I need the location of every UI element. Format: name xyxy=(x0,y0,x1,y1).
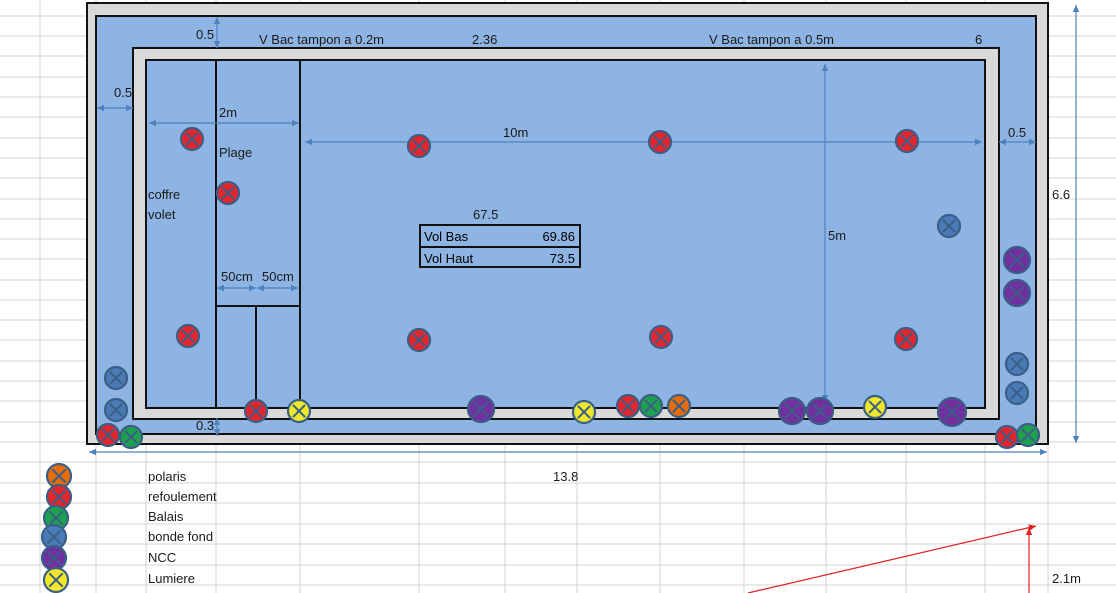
refoulement-marker-icon xyxy=(175,323,201,349)
lumiere-marker-icon xyxy=(571,399,597,425)
volume-row-haut: Vol Haut 73.5 xyxy=(421,246,579,266)
value-236-label: 2.36 xyxy=(472,32,498,47)
arrow-head xyxy=(1072,5,1080,12)
step-50cm-a-label: 50cm xyxy=(221,269,253,284)
refoulement-marker-icon xyxy=(179,126,205,152)
refoulement-marker-icon xyxy=(406,327,432,353)
balais-marker-icon xyxy=(118,424,144,450)
value-675-label: 67.5 xyxy=(473,207,499,222)
bonde-marker-icon xyxy=(103,397,129,423)
legend-label-polaris: polaris xyxy=(148,469,187,484)
legend-label-balais: Balais xyxy=(148,509,184,524)
refoulement-marker-icon xyxy=(994,424,1020,450)
value-6-label: 6 xyxy=(975,32,983,47)
ncc-marker-icon xyxy=(936,396,968,428)
refoulement-marker-icon xyxy=(893,326,919,352)
ncc-marker-icon xyxy=(1002,245,1032,275)
bac-tampon-05-label: V Bac tampon a 0.5m xyxy=(709,32,835,47)
total-length-arrow xyxy=(89,448,1047,456)
lumiere-marker-icon xyxy=(862,394,888,420)
height-66-arrow xyxy=(1072,5,1080,443)
refoulement-marker-icon xyxy=(647,129,673,155)
arrow-head xyxy=(1040,448,1047,456)
refoulement-marker-icon xyxy=(215,180,241,206)
arrow-head xyxy=(89,448,96,456)
bonde-marker-icon xyxy=(936,213,962,239)
refoulement-marker-icon xyxy=(406,133,432,159)
volume-label: Vol Bas xyxy=(424,229,469,244)
legend-label-refoulement: refoulement xyxy=(148,489,217,504)
volume-value: 73.5 xyxy=(549,251,575,266)
bonde-marker-icon xyxy=(103,365,129,391)
refoulement-marker-icon xyxy=(615,393,641,419)
ncc-marker-icon xyxy=(466,394,496,424)
step-50cm-b-label: 50cm xyxy=(262,269,294,284)
bonde-marker-icon xyxy=(1004,380,1030,406)
volume-label: Vol Haut xyxy=(424,251,474,266)
bac-tampon-02-label: V Bac tampon a 0.2m xyxy=(259,32,385,47)
total-length-label: 13.8 xyxy=(553,469,579,484)
plage-label: Plage xyxy=(219,145,253,160)
plage-width-label: 2m xyxy=(219,105,238,120)
pool-plan xyxy=(40,2,1080,593)
refoulement-marker-icon xyxy=(648,324,674,350)
volet-label: volet xyxy=(148,207,176,222)
ncc-marker-icon xyxy=(40,544,68,572)
ncc-marker-icon xyxy=(1002,278,1032,308)
bottom-margin-label: 0.3 xyxy=(196,418,215,433)
right-margin-label: 0.5 xyxy=(1008,125,1027,140)
legend-label-bonde: bonde fond xyxy=(148,529,214,544)
balais-marker-icon xyxy=(1015,422,1041,448)
coffre-label: coffre xyxy=(148,187,181,202)
red-diagonal-arrow xyxy=(747,524,1037,593)
refoulement-marker-icon xyxy=(243,398,269,424)
legend-label-lumiere: Lumiere xyxy=(148,571,195,586)
ncc-marker-icon xyxy=(805,396,835,426)
top-margin-label: 0.5 xyxy=(196,27,215,42)
arrow-head xyxy=(1072,436,1080,443)
lumiere-marker-icon xyxy=(286,398,312,424)
refoulement-marker-icon xyxy=(95,422,121,448)
depth-21-label: 2.1m xyxy=(1052,571,1081,586)
lumiere-marker-icon xyxy=(42,566,70,593)
bonde-marker-icon xyxy=(1004,351,1030,377)
legend-label-ncc: NCC xyxy=(148,550,177,565)
height-66-label: 6.6 xyxy=(1052,187,1071,202)
red-vertical-arrow xyxy=(1025,528,1033,593)
balais-marker-icon xyxy=(638,393,664,419)
length-10m-label: 10m xyxy=(503,125,529,140)
left-margin-label: 0.5 xyxy=(114,85,133,100)
refoulement-marker-icon xyxy=(894,128,920,154)
width-5m-label: 5m xyxy=(828,228,847,243)
volume-table: Vol Bas 69.86 Vol Haut 73.5 xyxy=(419,224,581,268)
volume-value: 69.86 xyxy=(542,229,575,244)
volume-row-bas: Vol Bas 69.86 xyxy=(421,226,579,246)
polaris-marker-icon xyxy=(666,393,692,419)
ncc-marker-icon xyxy=(777,396,807,426)
